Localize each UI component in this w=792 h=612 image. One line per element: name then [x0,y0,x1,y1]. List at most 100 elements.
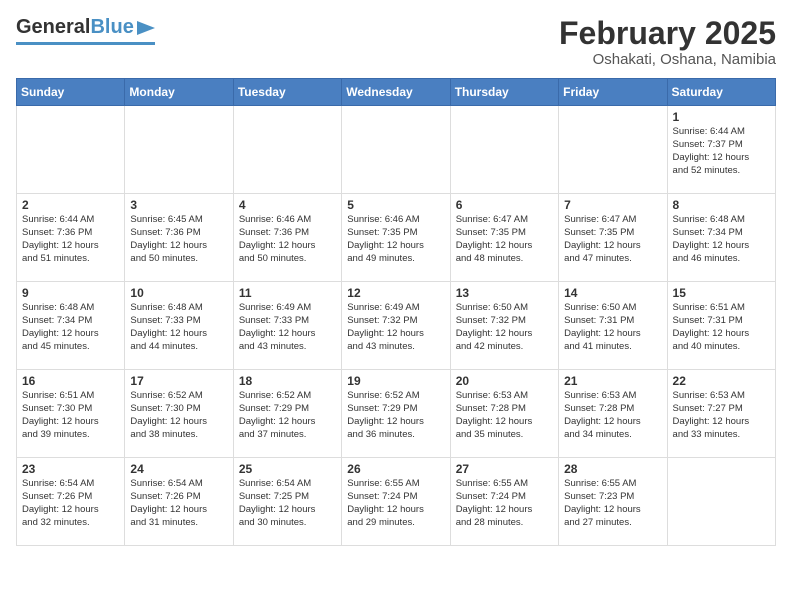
day-number: 8 [673,198,770,212]
col-header-sunday: Sunday [17,79,125,106]
col-header-saturday: Saturday [667,79,775,106]
calendar-day-10: 10Sunrise: 6:48 AM Sunset: 7:33 PM Dayli… [125,282,233,370]
day-number: 22 [673,374,770,388]
day-info: Sunrise: 6:48 AM Sunset: 7:33 PM Dayligh… [130,302,227,353]
day-info: Sunrise: 6:49 AM Sunset: 7:32 PM Dayligh… [347,302,444,353]
calendar-day-18: 18 Sunrise: 6:52 AM Sunset: 7:29 PM Dayli… [233,370,341,458]
day-info: Sunrise: 6:47 AM Sunset: 7:35 PM Dayligh… [456,214,553,265]
calendar-day-27: 27 Sunrise: 6:55 AM Sunset: 7:24 PM Dayli… [450,458,558,546]
calendar-week-0: 1 Sunrise: 6:44 AM Sunset: 7:37 PM Daylig… [17,106,776,194]
day-number: 26 [347,462,444,476]
day-number: 17 [130,374,227,388]
day-info: Sunrise: 6:53 AM Sunset: 7:27 PM Dayligh… [673,390,770,441]
calendar-day-15: 15 Sunrise: 6:51 AM Sunset: 7:31 PM Dayli… [667,282,775,370]
calendar-day-empty [233,106,341,194]
col-header-thursday: Thursday [450,79,558,106]
calendar-week-1: 2 Sunrise: 6:44 AM Sunset: 7:36 PM Daylig… [17,194,776,282]
calendar-day-empty [17,106,125,194]
calendar-day-21: 21Sunrise: 6:53 AM Sunset: 7:28 PM Dayli… [559,370,667,458]
day-info: Sunrise: 6:55 AM Sunset: 7:23 PM Dayligh… [564,478,661,529]
calendar-day-24: 24 Sunrise: 6:54 AM Sunset: 7:26 PM Dayli… [125,458,233,546]
day-info: Sunrise: 6:52 AM Sunset: 7:30 PM Dayligh… [130,390,227,441]
day-number: 25 [239,462,336,476]
day-number: 23 [22,462,119,476]
logo-icon [137,21,155,35]
day-info: Sunrise: 6:54 AM Sunset: 7:26 PM Dayligh… [130,478,227,529]
day-info: Sunrise: 6:53 AM Sunset: 7:28 PM Dayligh… [564,390,661,441]
day-number: 28 [564,462,661,476]
day-number: 27 [456,462,553,476]
day-info: Sunrise: 6:53 AM Sunset: 7:28 PM Dayligh… [456,390,553,441]
calendar-day-1: 1 Sunrise: 6:44 AM Sunset: 7:37 PM Daylig… [667,106,775,194]
day-number: 11 [239,286,336,300]
day-info: Sunrise: 6:46 AM Sunset: 7:36 PM Dayligh… [239,214,336,265]
calendar-week-4: 23 Sunrise: 6:54 AM Sunset: 7:26 PM Dayli… [17,458,776,546]
col-header-wednesday: Wednesday [342,79,450,106]
day-number: 14 [564,286,661,300]
calendar-day-14: 14 Sunrise: 6:50 AM Sunset: 7:31 PM Dayli… [559,282,667,370]
calendar-day-empty [342,106,450,194]
day-info: Sunrise: 6:48 AM Sunset: 7:34 PM Dayligh… [22,302,119,353]
calendar-day-2: 2 Sunrise: 6:44 AM Sunset: 7:36 PM Daylig… [17,194,125,282]
logo-general-text: General [16,16,90,39]
calendar-day-5: 5 Sunrise: 6:46 AM Sunset: 7:35 PM Daylig… [342,194,450,282]
calendar-day-20: 20 Sunrise: 6:53 AM Sunset: 7:28 PM Dayli… [450,370,558,458]
title-area: February 2025 Oshakati, Oshana, Namibia [559,16,776,68]
logo-blue-text: Blue [90,16,133,39]
day-number: 15 [673,286,770,300]
day-number: 5 [347,198,444,212]
calendar-day-25: 25Sunrise: 6:54 AM Sunset: 7:25 PM Dayli… [233,458,341,546]
day-info: Sunrise: 6:45 AM Sunset: 7:36 PM Dayligh… [130,214,227,265]
day-info: Sunrise: 6:55 AM Sunset: 7:24 PM Dayligh… [347,478,444,529]
day-info: Sunrise: 6:55 AM Sunset: 7:24 PM Dayligh… [456,478,553,529]
logo: General Blue [16,16,155,45]
col-header-tuesday: Tuesday [233,79,341,106]
calendar-day-9: 9 Sunrise: 6:48 AM Sunset: 7:34 PM Daylig… [17,282,125,370]
day-info: Sunrise: 6:50 AM Sunset: 7:32 PM Dayligh… [456,302,553,353]
calendar-day-3: 3 Sunrise: 6:45 AM Sunset: 7:36 PM Daylig… [125,194,233,282]
calendar-day-26: 26 Sunrise: 6:55 AM Sunset: 7:24 PM Dayli… [342,458,450,546]
calendar-week-3: 16 Sunrise: 6:51 AM Sunset: 7:30 PM Dayli… [17,370,776,458]
calendar-day-8: 8 Sunrise: 6:48 AM Sunset: 7:34 PM Daylig… [667,194,775,282]
day-info: Sunrise: 6:46 AM Sunset: 7:35 PM Dayligh… [347,214,444,265]
calendar-header-row: SundayMondayTuesdayWednesdayThursdayFrid… [17,79,776,106]
day-info: Sunrise: 6:51 AM Sunset: 7:30 PM Dayligh… [22,390,119,441]
day-number: 18 [239,374,336,388]
calendar-day-19: 19 Sunrise: 6:52 AM Sunset: 7:29 PM Dayli… [342,370,450,458]
day-info: Sunrise: 6:51 AM Sunset: 7:31 PM Dayligh… [673,302,770,353]
day-number: 1 [673,110,770,124]
calendar-table: SundayMondayTuesdayWednesdayThursdayFrid… [16,78,776,546]
day-info: Sunrise: 6:50 AM Sunset: 7:31 PM Dayligh… [564,302,661,353]
calendar-day-empty [559,106,667,194]
calendar-day-empty [450,106,558,194]
page-header: General Blue February 2025 Oshakati, Osh… [16,16,776,68]
calendar-day-11: 11 Sunrise: 6:49 AM Sunset: 7:33 PM Dayli… [233,282,341,370]
day-number: 24 [130,462,227,476]
calendar-day-7: 7Sunrise: 6:47 AM Sunset: 7:35 PM Daylig… [559,194,667,282]
calendar-day-16: 16 Sunrise: 6:51 AM Sunset: 7:30 PM Dayli… [17,370,125,458]
day-number: 16 [22,374,119,388]
day-info: Sunrise: 6:48 AM Sunset: 7:34 PM Dayligh… [673,214,770,265]
day-info: Sunrise: 6:52 AM Sunset: 7:29 PM Dayligh… [347,390,444,441]
calendar-day-17: 17 Sunrise: 6:52 AM Sunset: 7:30 PM Dayli… [125,370,233,458]
day-number: 19 [347,374,444,388]
col-header-monday: Monday [125,79,233,106]
day-number: 7 [564,198,661,212]
calendar-week-2: 9 Sunrise: 6:48 AM Sunset: 7:34 PM Daylig… [17,282,776,370]
day-number: 9 [22,286,119,300]
calendar-day-28: 28 Sunrise: 6:55 AM Sunset: 7:23 PM Dayli… [559,458,667,546]
day-number: 6 [456,198,553,212]
day-number: 3 [130,198,227,212]
location-text: Oshakati, Oshana, Namibia [559,51,776,68]
logo-underline [16,42,155,45]
calendar-day-22: 22 Sunrise: 6:53 AM Sunset: 7:27 PM Dayli… [667,370,775,458]
day-number: 2 [22,198,119,212]
day-number: 20 [456,374,553,388]
calendar-day-23: 23Sunrise: 6:54 AM Sunset: 7:26 PM Dayli… [17,458,125,546]
col-header-friday: Friday [559,79,667,106]
calendar-day-empty [667,458,775,546]
day-info: Sunrise: 6:44 AM Sunset: 7:36 PM Dayligh… [22,214,119,265]
day-info: Sunrise: 6:52 AM Sunset: 7:29 PM Dayligh… [239,390,336,441]
day-info: Sunrise: 6:44 AM Sunset: 7:37 PM Dayligh… [673,126,770,177]
day-info: Sunrise: 6:49 AM Sunset: 7:33 PM Dayligh… [239,302,336,353]
